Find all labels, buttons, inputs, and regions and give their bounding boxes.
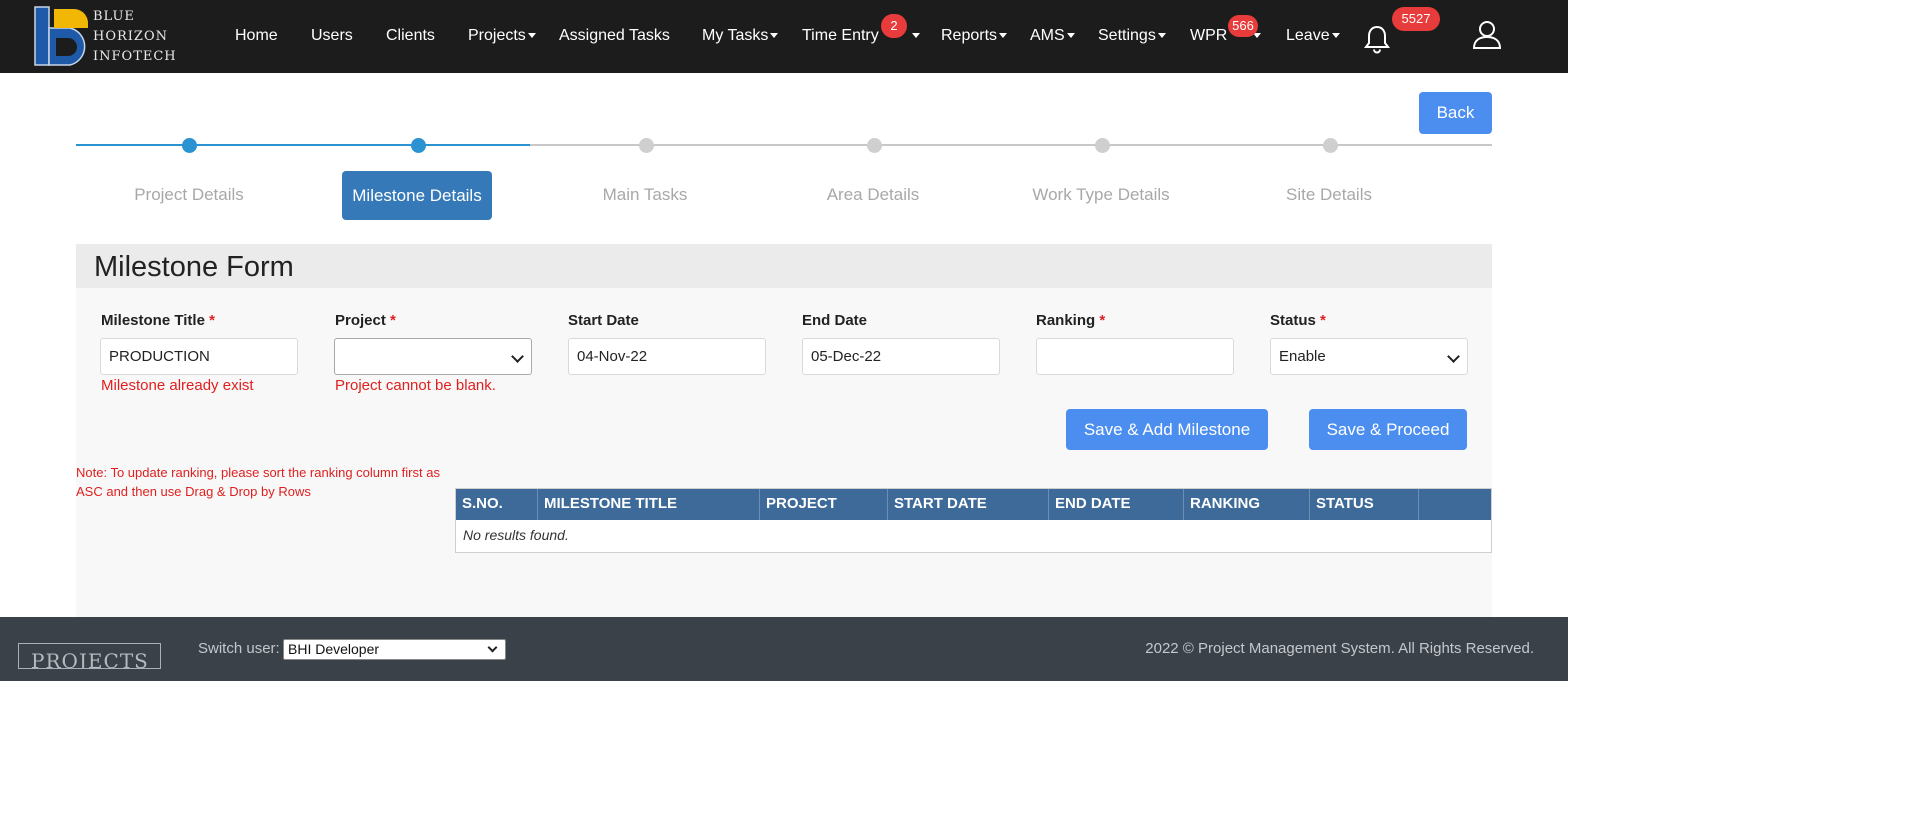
status-select[interactable]: Enable xyxy=(1270,338,1468,375)
column-header-end-date[interactable]: END DATE xyxy=(1049,489,1184,520)
save-proceed-button[interactable]: Save & Proceed xyxy=(1309,409,1467,450)
chevron-down-icon xyxy=(1066,33,1075,39)
time-entry-badge: 2 xyxy=(881,14,907,38)
step-dot-site-details xyxy=(1323,138,1338,153)
footer-logo: PROJECTS xyxy=(18,643,161,669)
form-header: Milestone Form xyxy=(76,244,1492,288)
stepper-line-pending xyxy=(530,144,1492,146)
stepper-line-completed xyxy=(76,144,530,146)
step-area-details[interactable]: Area Details xyxy=(773,184,973,206)
nav-reports[interactable]: Reports xyxy=(941,26,1008,46)
chevron-down-icon xyxy=(1157,33,1166,39)
ranking-input[interactable] xyxy=(1036,338,1234,375)
chevron-down-icon xyxy=(1331,33,1340,39)
nav-ams[interactable]: AMS xyxy=(1030,26,1075,46)
column-header-project[interactable]: PROJECT xyxy=(760,489,888,520)
start-date-label: Start Date xyxy=(568,312,639,329)
ranking-label: Ranking * xyxy=(1036,312,1106,329)
milestone-title-label: Milestone Title * xyxy=(101,312,215,329)
nav-settings[interactable]: Settings xyxy=(1098,26,1166,46)
brand-name: BLUE HORIZON INFOTECH xyxy=(93,9,177,64)
switch-user-label: Switch user: xyxy=(198,640,280,657)
table-empty-message: No results found. xyxy=(463,527,569,543)
step-main-tasks[interactable]: Main Tasks xyxy=(545,184,745,206)
back-button[interactable]: Back xyxy=(1419,92,1492,134)
column-header-actions xyxy=(1419,489,1491,520)
step-milestone-details[interactable]: Milestone Details xyxy=(342,171,492,220)
step-dot-milestone-details xyxy=(411,138,426,153)
step-dot-area-details xyxy=(867,138,882,153)
nav-assigned-tasks[interactable]: Assigned Tasks xyxy=(559,26,670,46)
nav-users[interactable]: Users xyxy=(311,26,353,46)
ranking-note: Note: To update ranking, please sort the… xyxy=(76,465,440,499)
nav-projects[interactable]: Projects xyxy=(468,26,536,46)
project-label: Project * xyxy=(335,312,396,329)
column-header-ranking[interactable]: RANKING xyxy=(1184,489,1310,520)
copyright-text: 2022 © Project Management System. All Ri… xyxy=(1145,640,1534,657)
end-date-input[interactable]: 05-Dec-22 xyxy=(802,338,1000,375)
wpr-badge: 566 xyxy=(1228,15,1258,37)
project-select[interactable] xyxy=(334,338,532,375)
column-header-start-date[interactable]: START DATE xyxy=(888,489,1049,520)
notifications-badge: 5527 xyxy=(1392,7,1440,31)
milestone-table: S.NO. MILESTONE TITLE PROJECT START DATE… xyxy=(455,488,1492,553)
step-project-details[interactable]: Project Details xyxy=(89,184,289,206)
chevron-down-icon xyxy=(1447,350,1460,363)
chevron-down-icon xyxy=(527,33,536,39)
start-date-input[interactable]: 04-Nov-22 xyxy=(568,338,766,375)
table-header: S.NO. MILESTONE TITLE PROJECT START DATE… xyxy=(456,489,1491,520)
column-header-status[interactable]: STATUS xyxy=(1310,489,1419,520)
end-date-label: End Date xyxy=(802,312,868,329)
user-icon[interactable] xyxy=(1472,20,1502,50)
nav-my-tasks[interactable]: My Tasks xyxy=(702,26,779,46)
bell-icon[interactable] xyxy=(1364,24,1390,54)
column-header-sno[interactable]: S.NO. xyxy=(456,489,538,520)
brand-logo[interactable]: BLUE HORIZON INFOTECH xyxy=(34,6,176,68)
form-title: Milestone Form xyxy=(94,251,294,283)
milestone-title-input[interactable]: PRODUCTION xyxy=(100,338,298,375)
step-work-type-details[interactable]: Work Type Details xyxy=(1001,184,1201,206)
brand-logo-mark xyxy=(34,6,88,66)
chevron-down-icon xyxy=(487,642,498,653)
step-dot-project-details xyxy=(182,138,197,153)
status-label: Status * xyxy=(1270,312,1326,329)
column-header-milestone-title[interactable]: MILESTONE TITLE xyxy=(538,489,760,520)
chevron-down-icon xyxy=(511,350,524,363)
step-site-details[interactable]: Site Details xyxy=(1229,184,1429,206)
save-add-milestone-button[interactable]: Save & Add Milestone xyxy=(1066,409,1268,450)
nav-home[interactable]: Home xyxy=(235,26,278,46)
step-dot-main-tasks xyxy=(639,138,654,153)
milestone-form-panel: Milestone Form xyxy=(76,244,1492,617)
chevron-down-icon xyxy=(911,33,920,39)
top-navbar: BLUE HORIZON INFOTECH Home Users Clients… xyxy=(0,0,1568,73)
nav-leave[interactable]: Leave xyxy=(1286,26,1340,46)
switch-user-select[interactable]: BHI Developer xyxy=(283,639,506,660)
chevron-down-icon xyxy=(999,33,1008,39)
milestone-title-error: Milestone already exist xyxy=(101,377,254,394)
step-dot-work-type-details xyxy=(1095,138,1110,153)
chevron-down-icon xyxy=(770,33,779,39)
nav-clients[interactable]: Clients xyxy=(386,26,435,46)
footer: PROJECTS Switch user: BHI Developer 2022… xyxy=(0,617,1568,681)
project-error: Project cannot be blank. xyxy=(335,377,496,394)
